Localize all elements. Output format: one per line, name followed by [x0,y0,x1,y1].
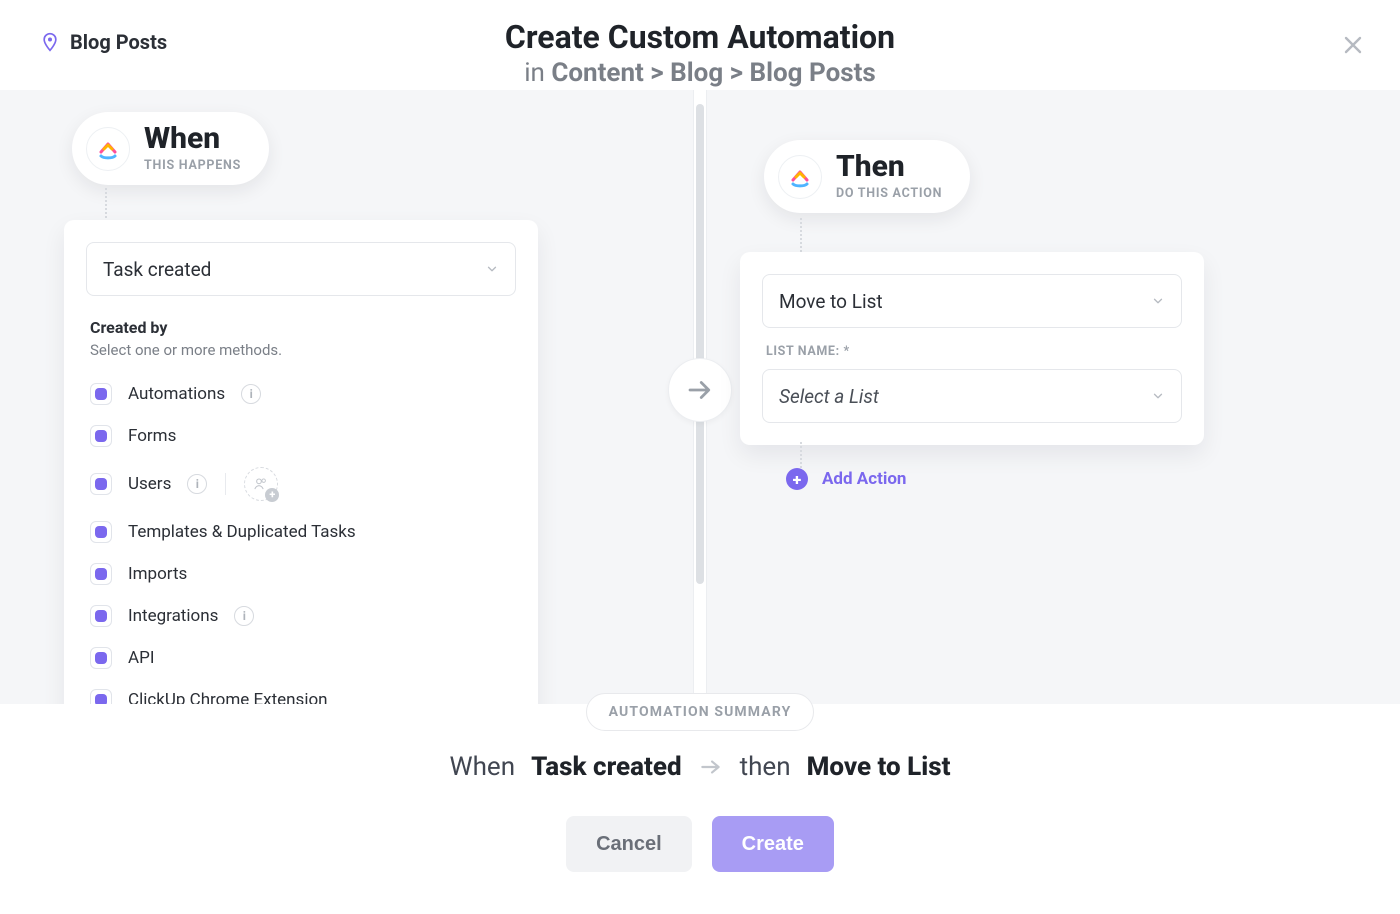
checkbox[interactable] [90,383,112,405]
then-pill: Then DO THIS ACTION [764,140,970,213]
when-title: When [144,124,241,154]
checkbox[interactable] [90,605,112,627]
summary-when-word: When [450,752,516,782]
title-block: Create Custom Automation in Content > Bl… [0,0,1400,88]
add-user-icon[interactable]: + [244,467,278,501]
checkbox[interactable] [90,521,112,543]
info-icon[interactable]: i [241,384,261,404]
checkbox[interactable] [90,473,112,495]
then-connector [800,218,802,252]
chevron-down-icon [1151,389,1165,403]
flow-arrow-icon [668,358,732,422]
method-label: Forms [128,426,176,446]
created-by-title: Created by [90,318,512,337]
info-icon[interactable]: i [187,474,207,494]
method-label: Automations [128,384,225,404]
arrow-right-icon [698,754,724,780]
summary-then-word: then [740,752,791,782]
add-action-label: Add Action [822,469,906,489]
subtitle-path: Content > Blog > Blog Posts [551,58,875,88]
subtitle-prefix: in [524,58,551,88]
divider-scrollbar-thumb[interactable] [696,104,704,584]
action-selected-label: Move to List [779,290,883,313]
info-icon[interactable]: i [234,606,254,626]
add-action-button[interactable]: + Add Action [786,468,906,490]
action-select[interactable]: Move to List [762,274,1182,328]
list-placeholder: Select a List [779,385,879,408]
then-subtitle: DO THIS ACTION [836,186,942,201]
footer: AUTOMATION SUMMARY When Task created the… [0,704,1400,914]
chevron-down-icon [1151,294,1165,308]
list-name-label: LIST NAME: * [766,344,1178,359]
method-label: ClickUp Chrome Extension [128,690,328,704]
close-button[interactable] [1336,28,1370,62]
then-card: Move to List LIST NAME: * Select a List [740,252,1204,445]
method-row[interactable]: Templates & Duplicated Tasks [86,511,516,553]
checkbox[interactable] [90,563,112,585]
method-label: Imports [128,564,187,584]
checkbox[interactable] [90,689,112,704]
methods-list: AutomationsiFormsUsersi+Templates & Dupl… [86,373,516,704]
breadcrumb-label: Blog Posts [70,30,167,54]
list-select[interactable]: Select a List [762,369,1182,423]
footer-buttons: Cancel Create [566,816,834,872]
create-button[interactable]: Create [712,816,834,872]
method-label: Integrations [128,606,218,626]
checkbox[interactable] [90,647,112,669]
created-by-subtitle: Select one or more methods. [90,341,512,359]
when-subtitle: THIS HAPPENS [144,158,241,173]
automation-summary-chip: AUTOMATION SUMMARY [586,693,815,731]
when-card: Task created Created by Select one or mo… [64,220,538,704]
method-row[interactable]: Forms [86,415,516,457]
modal-subtitle: in Content > Blog > Blog Posts [0,58,1400,88]
plus-circle-icon: + [786,468,808,490]
method-label: API [128,648,154,668]
separator [225,473,226,495]
summary-when-value: Task created [531,752,682,782]
when-connector [105,188,107,222]
chevron-down-icon [485,262,499,276]
when-pill: When THIS HAPPENS [72,112,269,185]
method-row[interactable]: Imports [86,553,516,595]
modal-title: Create Custom Automation [0,18,1400,56]
summary-then-value: Move to List [807,752,951,782]
modal-header: Blog Posts Create Custom Automation in C… [0,0,1400,90]
method-label: Users [128,474,171,494]
trigger-select[interactable]: Task created [86,242,516,296]
method-row[interactable]: API [86,637,516,679]
clickup-logo-icon [778,155,822,199]
then-connector-bottom [800,442,802,468]
method-row[interactable]: Usersi + [86,457,516,511]
cancel-button[interactable]: Cancel [566,816,692,872]
trigger-selected-label: Task created [103,258,211,281]
clickup-logo-icon [86,127,130,171]
method-row[interactable]: Integrations i [86,595,516,637]
breadcrumb[interactable]: Blog Posts [40,30,167,54]
automation-summary-line: When Task created then Move to List [450,752,951,782]
method-row[interactable]: ClickUp Chrome Extension [86,679,516,704]
location-pin-icon [40,32,60,52]
method-label: Templates & Duplicated Tasks [128,522,356,542]
workspace: When THIS HAPPENS Task created Created b… [0,90,1400,704]
method-row[interactable]: Automations i [86,373,516,415]
checkbox[interactable] [90,425,112,447]
then-title: Then [836,152,942,182]
